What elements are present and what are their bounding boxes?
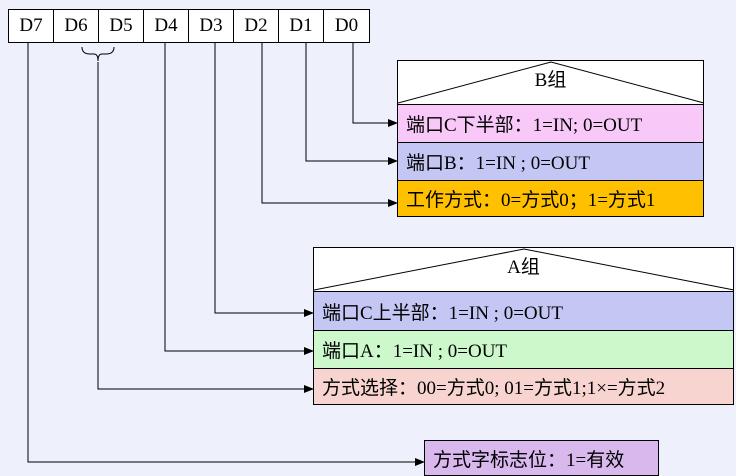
connector-d3 [214, 42, 314, 317]
bit-d7: D7 [9, 10, 54, 42]
connector-d2 [261, 42, 398, 207]
group-b-row-port-c-lower: 端口C下半部：1=IN; 0=OUT [398, 104, 703, 142]
group-b-row-port-b: 端口B：1=IN ; 0=OUT [398, 142, 703, 180]
group-a-box: A组 端口C上半部：1=IN ; 0=OUT 端口A：1=IN ; 0=OUT … [313, 247, 735, 405]
bit-d6: D6 [54, 10, 99, 42]
bit-d5: D5 [99, 10, 144, 42]
group-a-title: A组 [507, 257, 540, 278]
bit-d4: D4 [144, 10, 189, 42]
mode-flag-text: 方式字标志位：1=有效 [433, 449, 625, 471]
bit-d3: D3 [189, 10, 234, 42]
brace-d6-d5 [81, 46, 115, 62]
group-a-row-port-a-text: 端口A：1=IN ; 0=OUT [322, 341, 508, 362]
group-b-row-mode-text: 工作方式：0=方式0；1=方式1 [406, 190, 656, 211]
bit-d2: D2 [234, 10, 279, 42]
group-a-row-port-c-upper: 端口C上半部：1=IN ; 0=OUT [314, 291, 733, 330]
group-b-row-port-b-text: 端口B：1=IN ; 0=OUT [406, 153, 590, 174]
group-b-box: B组 端口C下半部：1=IN; 0=OUT 端口B：1=IN ; 0=OUT 工… [397, 60, 705, 217]
mode-flag-box: 方式字标志位：1=有效 [424, 440, 659, 476]
bit-d1: D1 [279, 10, 324, 42]
group-a-row-mode-select: 方式选择：00=方式0; 01=方式1;1×=方式2 [314, 368, 733, 404]
connector-d1 [305, 42, 398, 165]
group-b-row-port-c-lower-text: 端口C下半部：1=IN; 0=OUT [406, 115, 643, 136]
group-b-title: B组 [534, 70, 567, 91]
connector-d4 [164, 42, 314, 355]
control-word-diagram: D7 D6 D5 D4 D3 D2 D1 D0 B组 端口C下半部：1=IN; … [0, 0, 736, 476]
bit-d0: D0 [334, 15, 359, 36]
group-a-row-port-a: 端口A：1=IN ; 0=OUT [314, 330, 733, 368]
connector-d0 [352, 42, 398, 127]
connector-d6-d5 [97, 62, 314, 393]
group-b-row-mode: 工作方式：0=方式0；1=方式1 [398, 180, 703, 216]
control-word-bits: D7 D6 D5 D4 D3 D2 D1 D0 [8, 9, 370, 43]
group-a-row-port-c-upper-text: 端口C上半部：1=IN ; 0=OUT [322, 302, 563, 324]
group-a-row-mode-select-text: 方式选择：00=方式0; 01=方式1;1×=方式2 [322, 378, 666, 399]
